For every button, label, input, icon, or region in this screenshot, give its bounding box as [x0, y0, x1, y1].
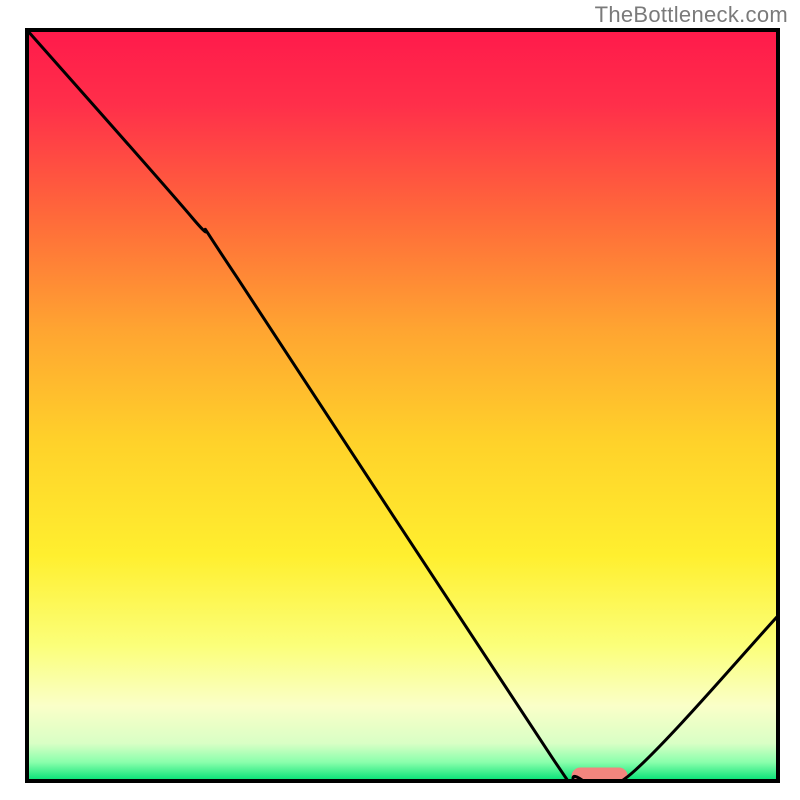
gradient-background [27, 30, 778, 781]
bottleneck-chart: TheBottleneck.com [0, 0, 800, 800]
chart-svg [0, 0, 800, 800]
watermark-label: TheBottleneck.com [595, 2, 788, 28]
